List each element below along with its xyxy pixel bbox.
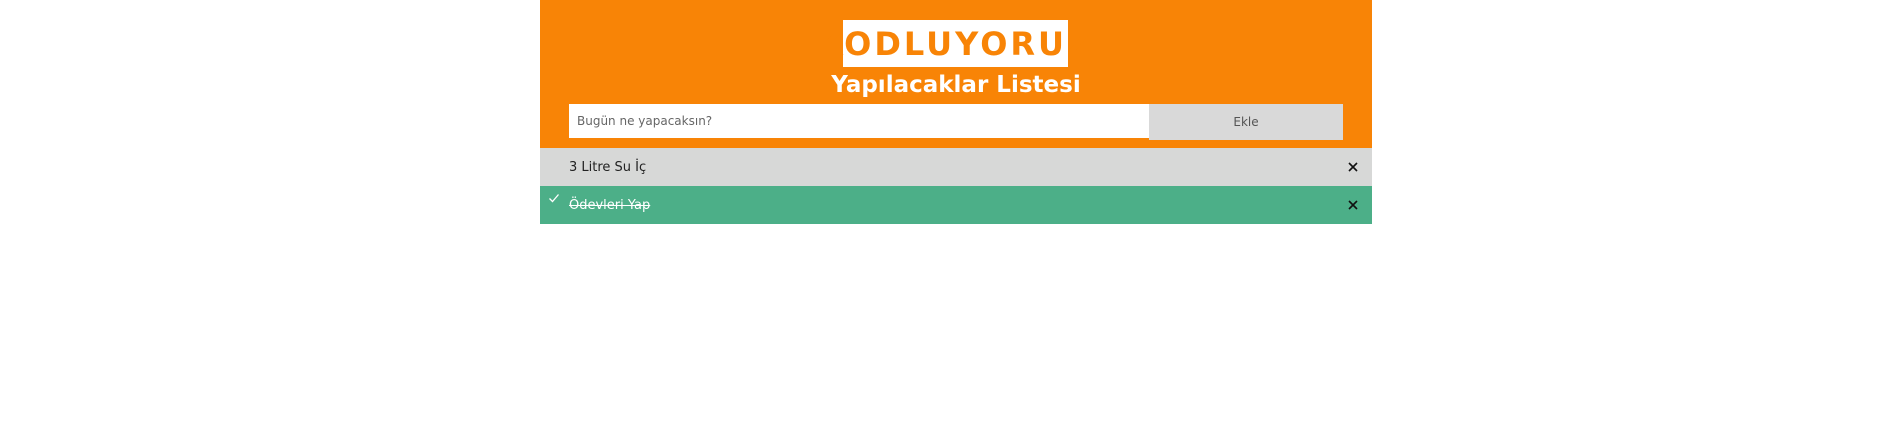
add-task-form: Ekle	[569, 104, 1343, 140]
list-item[interactable]: 3 Litre Su İç	[540, 148, 1372, 186]
todo-text: 3 Litre Su İç	[569, 159, 647, 175]
check-icon	[548, 192, 562, 206]
logo-text: KODLUYORUZ	[817, 24, 1094, 63]
header: KODLUYORUZ Yapılacaklar Listesi Ekle	[540, 0, 1372, 148]
todo-text: Ödevleri Yap	[569, 197, 651, 213]
todo-app: KODLUYORUZ Yapılacaklar Listesi Ekle 3 L…	[540, 0, 1372, 224]
logo: KODLUYORUZ	[818, 20, 1090, 67]
add-button[interactable]: Ekle	[1149, 104, 1343, 140]
page-title: Yapılacaklar Listesi	[831, 72, 1081, 98]
todo-list: 3 Litre Su İç Ödevleri Yap	[540, 148, 1372, 224]
task-input[interactable]	[569, 104, 1149, 138]
close-icon[interactable]	[1346, 198, 1360, 212]
close-icon[interactable]	[1346, 160, 1360, 174]
list-item[interactable]: Ödevleri Yap	[540, 186, 1372, 224]
